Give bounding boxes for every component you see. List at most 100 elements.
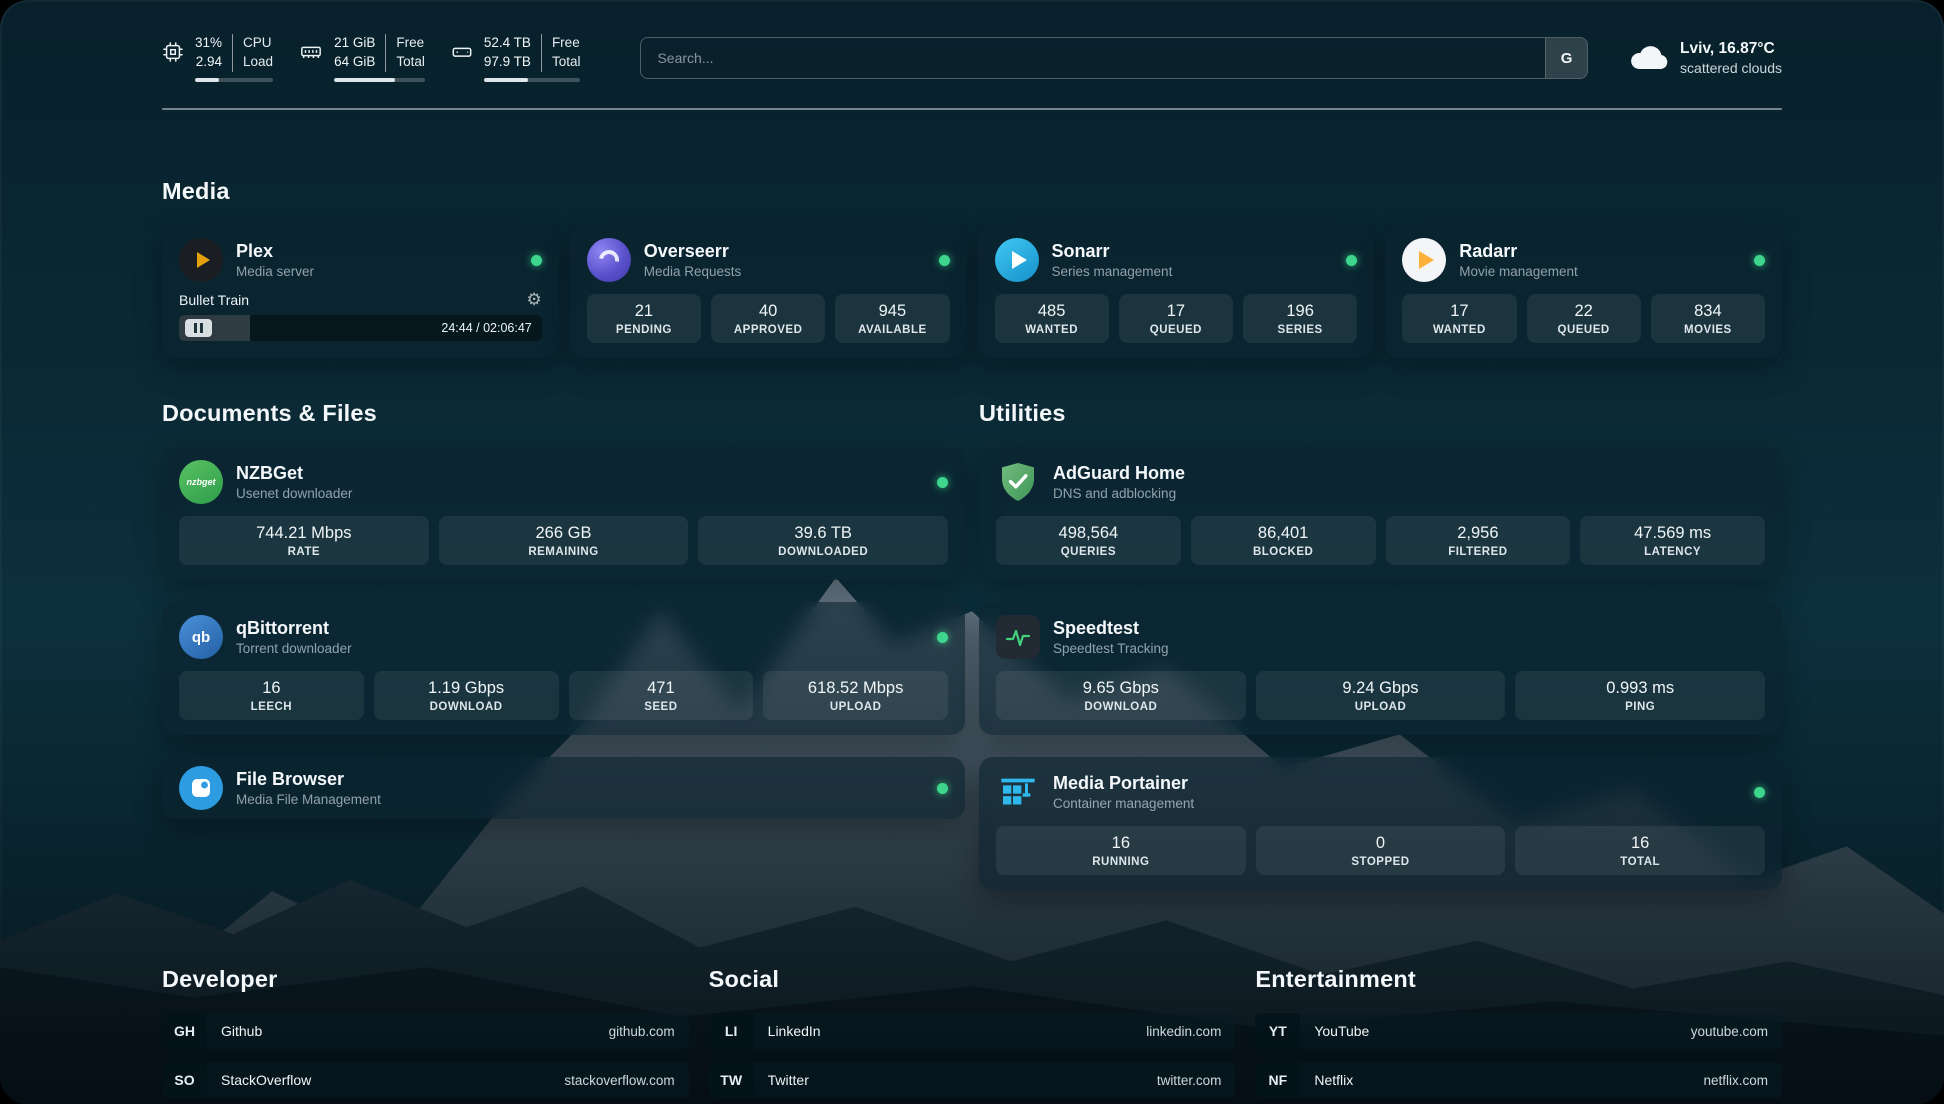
stat-box: 1.19 GbpsDOWNLOAD	[374, 671, 559, 720]
adguard-shield-icon	[996, 460, 1040, 504]
stat-box: 9.24 GbpsUPLOAD	[1256, 671, 1506, 720]
speedtest-pulse-icon	[996, 615, 1040, 659]
disk-usage-fill	[484, 78, 528, 83]
app-name: File Browser	[236, 769, 381, 790]
section-title-media: Media	[162, 178, 1782, 205]
memory-free-value: 21 GiB	[334, 34, 375, 53]
cloud-icon	[1628, 43, 1668, 73]
bookmark-abbr: SO	[162, 1062, 207, 1098]
section-title-entertainment: Entertainment	[1255, 966, 1782, 993]
section-title-utilities: Utilities	[979, 400, 1782, 427]
weather-widget[interactable]: Lviv, 16.87°C scattered clouds	[1628, 40, 1782, 76]
app-card-overseerr[interactable]: Overseerr Media Requests 21PENDING 40APP…	[570, 225, 967, 358]
stat-box: 0STOPPED	[1256, 826, 1506, 875]
now-playing-title: Bullet Train	[179, 292, 249, 308]
section-developer: Developer GH Github github.com SO StackO…	[162, 966, 689, 1104]
status-dot	[937, 632, 948, 643]
app-subtitle: Media File Management	[236, 792, 381, 807]
app-card-radarr[interactable]: Radarr Movie management 17WANTED 22QUEUE…	[1385, 225, 1782, 358]
stat-box: 16TOTAL	[1515, 826, 1765, 875]
cpu-load-value: 2.94	[196, 53, 222, 72]
stat-box: 17QUEUED	[1119, 294, 1233, 343]
bookmark-stackoverflow[interactable]: SO StackOverflow stackoverflow.com	[162, 1062, 689, 1098]
section-utilities: Utilities	[979, 400, 1782, 890]
app-subtitle: Speedtest Tracking	[1053, 641, 1169, 656]
disk-free-value: 52.4 TB	[484, 34, 531, 53]
app-name: Media Portainer	[1053, 773, 1194, 794]
app-subtitle: Media Requests	[644, 264, 742, 279]
bookmark-github[interactable]: GH Github github.com	[162, 1013, 689, 1049]
memory-free-label: Free	[396, 34, 425, 53]
stat-box: 16RUNNING	[996, 826, 1246, 875]
settings-gear-icon[interactable]: ⚙	[527, 291, 542, 308]
app-subtitle: Container management	[1053, 796, 1194, 811]
app-subtitle: Series management	[1052, 264, 1173, 279]
app-card-filebrowser[interactable]: File Browser Media File Management	[162, 757, 965, 819]
plex-now-playing: Bullet Train ⚙ 24:44 / 02:06:47	[179, 291, 542, 341]
bookmark-linkedin[interactable]: LI LinkedIn linkedin.com	[709, 1013, 1236, 1049]
stat-box: 471SEED	[569, 671, 754, 720]
app-card-plex[interactable]: Plex Media server Bullet Train ⚙	[162, 225, 559, 358]
filebrowser-icon	[179, 766, 223, 810]
header-divider	[162, 108, 1782, 110]
section-entertainment: Entertainment YT YouTube youtube.com NF …	[1255, 966, 1782, 1104]
app-card-portainer[interactable]: Media Portainer Container management 16R…	[979, 757, 1782, 890]
bookmark-url: youtube.com	[1691, 1024, 1768, 1039]
portainer-crane-icon	[996, 770, 1040, 814]
bookmark-abbr: NF	[1255, 1062, 1300, 1098]
stat-box: 618.52 MbpsUPLOAD	[763, 671, 948, 720]
search-bar: G	[640, 37, 1588, 79]
weather-location: Lviv, 16.87°C	[1680, 40, 1782, 58]
bookmark-youtube[interactable]: YT YouTube youtube.com	[1255, 1013, 1782, 1049]
search-input[interactable]	[640, 37, 1588, 79]
qbittorrent-icon: qb	[179, 615, 223, 659]
status-dot	[531, 255, 542, 266]
bookmark-abbr: TW	[709, 1062, 754, 1098]
stat-box: 21PENDING	[587, 294, 701, 343]
bookmark-name: LinkedIn	[768, 1023, 821, 1039]
bookmark-abbr: LI	[709, 1013, 754, 1049]
app-card-sonarr[interactable]: Sonarr Series management 485WANTED 17QUE…	[978, 225, 1375, 358]
weather-condition: scattered clouds	[1680, 60, 1782, 76]
section-title-developer: Developer	[162, 966, 689, 993]
app-name: Radarr	[1459, 241, 1578, 262]
app-card-qbittorrent[interactable]: qb qBittorrent Torrent downloader 16LEEC…	[162, 602, 965, 735]
app-subtitle: Movie management	[1459, 264, 1578, 279]
app-name: AdGuard Home	[1053, 463, 1185, 484]
bookmark-name: Netflix	[1314, 1072, 1353, 1088]
cpu-icon	[162, 41, 184, 63]
app-name: Sonarr	[1052, 241, 1173, 262]
bookmark-name: StackOverflow	[221, 1072, 311, 1088]
bookmark-url: linkedin.com	[1146, 1024, 1221, 1039]
bookmark-twitter[interactable]: TW Twitter twitter.com	[709, 1062, 1236, 1098]
cpu-usage-bar	[195, 78, 273, 83]
app-subtitle: DNS and adblocking	[1053, 486, 1185, 501]
section-documents: Documents & Files nzbget NZBGet Usenet d…	[162, 400, 965, 819]
stat-box: 744.21 MbpsRATE	[179, 516, 429, 565]
app-subtitle: Torrent downloader	[236, 641, 352, 656]
pause-icon[interactable]	[185, 319, 212, 337]
section-title-documents: Documents & Files	[162, 400, 965, 427]
status-dot	[939, 255, 950, 266]
stat-box: 945AVAILABLE	[835, 294, 949, 343]
playback-time: 24:44 / 02:06:47	[441, 321, 531, 335]
overseerr-icon	[587, 238, 631, 282]
app-subtitle: Media server	[236, 264, 314, 279]
bookmark-netflix[interactable]: NF Netflix netflix.com	[1255, 1062, 1782, 1098]
app-card-nzbget[interactable]: nzbget NZBGet Usenet downloader 744.21 M…	[162, 447, 965, 580]
stat-box: 47.569 msLATENCY	[1580, 516, 1765, 565]
status-dot	[1754, 255, 1765, 266]
bookmark-abbr: GH	[162, 1013, 207, 1049]
bookmark-name: Twitter	[768, 1072, 809, 1088]
bookmark-url: netflix.com	[1703, 1073, 1768, 1088]
plex-icon	[179, 238, 223, 282]
search-engine-button[interactable]: G	[1545, 38, 1587, 78]
app-card-adguard[interactable]: AdGuard Home DNS and adblocking 498,564Q…	[979, 447, 1782, 580]
bookmark-url: stackoverflow.com	[564, 1073, 674, 1088]
disk-free-label: Free	[552, 34, 581, 53]
playback-progress-bar[interactable]: 24:44 / 02:06:47	[179, 315, 542, 341]
app-card-speedtest[interactable]: Speedtest Speedtest Tracking 9.65 GbpsDO…	[979, 602, 1782, 735]
bookmark-url: twitter.com	[1157, 1073, 1222, 1088]
stat-box: 485WANTED	[995, 294, 1109, 343]
stat-box: 40APPROVED	[711, 294, 825, 343]
